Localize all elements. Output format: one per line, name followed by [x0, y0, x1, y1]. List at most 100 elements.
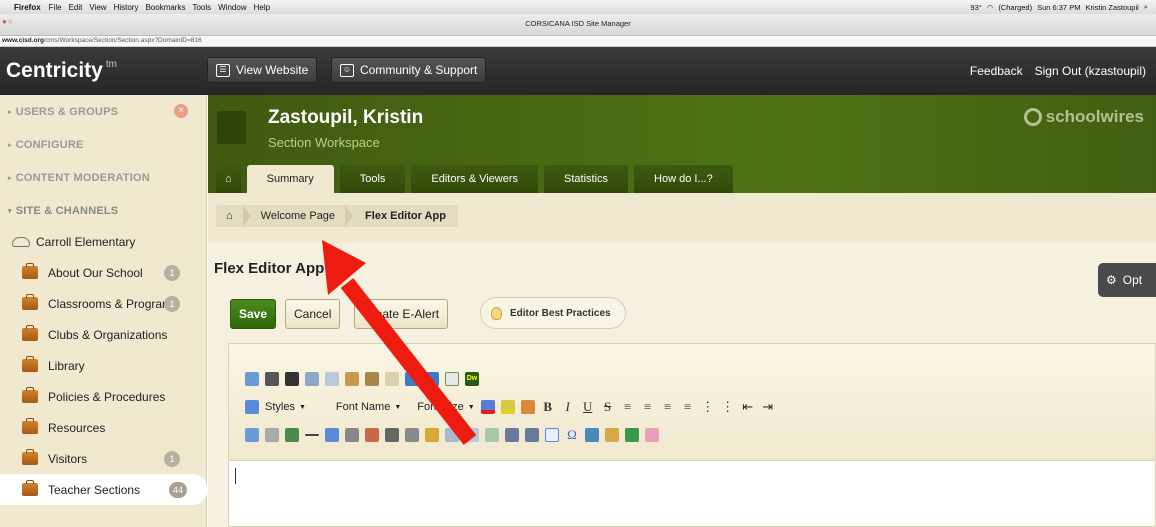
anchor-icon[interactable] [325, 428, 339, 442]
table-properties-icon[interactable] [465, 428, 479, 442]
snippet-icon[interactable] [445, 428, 459, 442]
align-left-icon[interactable]: ≡ [621, 399, 635, 415]
menu-bookmarks[interactable]: Bookmarks [145, 3, 185, 12]
horizontal-rule-icon[interactable] [305, 434, 319, 436]
sidebar-item-clubs[interactable]: Clubs & Organizations [0, 319, 206, 350]
cell-properties-icon[interactable] [485, 428, 499, 442]
breadcrumb-home-icon[interactable]: ⌂ [216, 210, 243, 222]
tab-how-do-i[interactable]: How do I...? [634, 165, 733, 193]
align-right-icon[interactable]: ≡ [661, 399, 675, 415]
form-element-icon[interactable] [585, 428, 599, 442]
flash-icon[interactable] [625, 428, 639, 442]
tab-tools[interactable]: Tools [339, 165, 406, 193]
outdent-icon[interactable]: ⇤ [741, 399, 755, 415]
align-center-icon[interactable]: ≡ [641, 399, 655, 415]
tab-statistics[interactable]: Statistics [544, 165, 629, 193]
sidebar-item-library[interactable]: Library [0, 350, 206, 381]
font-color-icon[interactable] [480, 400, 495, 414]
spotlight-search-icon[interactable]: ⌕ [1144, 2, 1148, 12]
sidebar-section-site-channels[interactable]: ▾ SITE & CHANNELS [0, 194, 206, 227]
app-name[interactable]: Firefox [14, 3, 41, 12]
tab-home[interactable]: ⌂ [216, 165, 241, 193]
sidebar-item-visitors[interactable]: Visitors 1 [0, 443, 206, 474]
menu-window[interactable]: Window [218, 3, 246, 12]
url-bar[interactable]: www.cisd.org/cms/Workspace/Section/Secti… [0, 36, 1156, 47]
link-icon[interactable] [345, 428, 359, 442]
unlink-icon[interactable] [365, 428, 379, 442]
menu-view[interactable]: View [89, 3, 106, 12]
close-sidebar-icon[interactable]: × [174, 104, 188, 118]
strikethrough-icon[interactable]: S [601, 399, 615, 415]
font-size-dropdown[interactable]: Font Size ▼ [417, 401, 474, 413]
print-icon[interactable] [265, 372, 279, 386]
underline-icon[interactable]: U [581, 399, 595, 415]
eraser-icon[interactable] [645, 428, 659, 442]
menu-history[interactable]: History [114, 3, 139, 12]
highlight-icon[interactable] [500, 400, 515, 414]
find-icon[interactable] [285, 372, 299, 386]
sidebar-section-content-moderation[interactable]: ▸ CONTENT MODERATION [0, 161, 206, 194]
menu-file[interactable]: File [49, 3, 62, 12]
ordered-list-icon[interactable]: ⋮ [701, 399, 715, 415]
spellcheck-icon[interactable] [245, 372, 259, 386]
dreamweaver-icon[interactable]: Dw [465, 372, 479, 386]
special-character-icon[interactable]: Ω [565, 427, 579, 443]
sidebar-item-teacher-sections[interactable]: Teacher Sections 44 [0, 474, 207, 505]
cancel-button[interactable]: Cancel [285, 299, 341, 329]
wifi-icon[interactable]: ◠ [987, 3, 994, 12]
sidebar-item-about-our-school[interactable]: About Our School 1 [0, 257, 206, 288]
cut-icon[interactable] [305, 372, 319, 386]
unordered-list-icon[interactable]: ⋮ [721, 399, 735, 415]
clear-format-icon[interactable] [520, 400, 535, 414]
editor-best-practices-button[interactable]: Editor Best Practices [480, 297, 626, 329]
battery-status[interactable]: (Charged) [998, 3, 1032, 12]
site-carroll-elementary[interactable]: Carroll Elementary [0, 227, 206, 257]
attach-icon[interactable] [265, 428, 279, 442]
rich-text-editor[interactable]: Dw Styles ▼ Font Name ▼ Font Size ▼ B I U S… [228, 343, 1156, 527]
breadcrumb-welcome-page[interactable]: Welcome Page [251, 210, 345, 222]
create-ealert-button[interactable]: Create E-Alert [354, 299, 449, 329]
save-button[interactable]: Save [230, 299, 277, 329]
clock[interactable]: Sun 6:37 PM [1037, 3, 1080, 12]
sidebar-item-classrooms[interactable]: Classrooms & Program 1 [0, 288, 206, 319]
select-all-icon[interactable] [445, 372, 459, 386]
template-icon[interactable] [425, 428, 439, 442]
font-name-dropdown[interactable]: Font Name ▼ [336, 401, 401, 413]
bold-icon[interactable]: B [541, 399, 555, 415]
redo-icon[interactable] [425, 372, 439, 386]
paste-word-icon[interactable] [385, 372, 399, 386]
menu-edit[interactable]: Edit [69, 3, 83, 12]
user-name[interactable]: Kristin Zastoupil [1085, 3, 1138, 12]
justify-icon[interactable]: ≡ [681, 399, 695, 415]
italic-icon[interactable]: I [561, 399, 575, 415]
options-button[interactable]: ⚙ Opt [1098, 263, 1156, 297]
image-icon[interactable] [245, 428, 259, 442]
menu-tools[interactable]: Tools [192, 3, 211, 12]
document-manager-icon[interactable] [405, 428, 419, 442]
module-manager-icon[interactable] [605, 428, 619, 442]
paste-text-icon[interactable] [365, 372, 379, 386]
page-title: Flex Editor App [214, 260, 325, 277]
insert-table-icon[interactable] [505, 428, 519, 442]
centricity-logo[interactable]: Centricity tm [6, 59, 117, 83]
hyperlink-manager-icon[interactable] [385, 428, 399, 442]
tab-editors-viewers[interactable]: Editors & Viewers [411, 165, 539, 193]
sidebar-item-policies[interactable]: Policies & Procedures [0, 381, 206, 412]
feedback-link[interactable]: Feedback [970, 64, 1023, 78]
styles-dropdown[interactable]: Styles ▼ [265, 401, 306, 413]
sign-out-link[interactable]: Sign Out (kzastoupil) [1035, 64, 1146, 78]
count-badge: 1 [164, 265, 180, 281]
indent-icon[interactable]: ⇥ [761, 399, 775, 415]
undo-icon[interactable] [405, 372, 419, 386]
copy-icon[interactable] [325, 372, 339, 386]
sidebar-section-configure[interactable]: ▸ CONFIGURE [0, 128, 206, 161]
paste-icon[interactable] [345, 372, 359, 386]
menu-help[interactable]: Help [254, 3, 270, 12]
show-borders-icon[interactable] [545, 428, 559, 442]
view-website-button[interactable]: ☰ View Website [207, 57, 318, 83]
sidebar-item-resources[interactable]: Resources [0, 412, 206, 443]
community-support-button[interactable]: ☺ Community & Support [331, 57, 487, 83]
tab-summary[interactable]: Summary [246, 165, 334, 193]
table-wizard-icon[interactable] [525, 428, 539, 442]
media-icon[interactable] [285, 428, 299, 442]
